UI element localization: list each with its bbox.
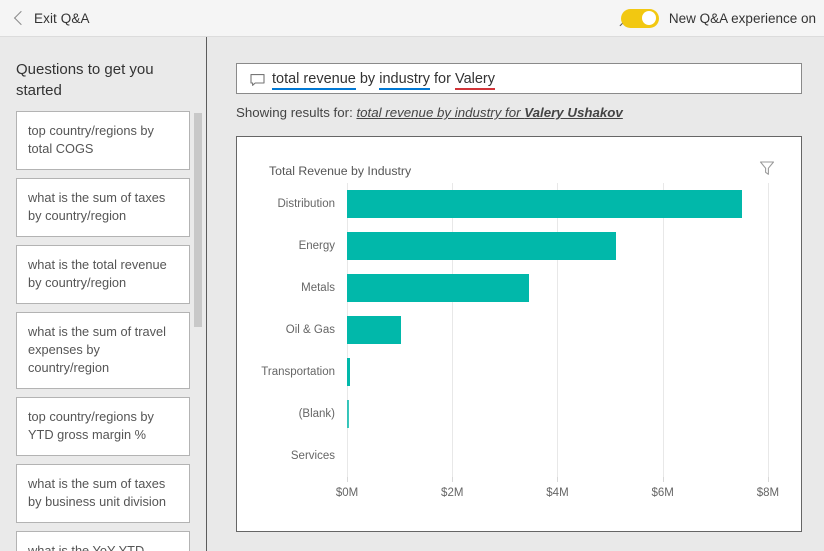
x-axis-label: $2M — [441, 487, 464, 499]
showing-results-query-plain: total revenue by industry for — [356, 105, 525, 120]
toggle-label: New Q&A experience on — [668, 10, 816, 26]
x-gridline — [662, 183, 664, 477]
suggestion-card[interactable]: what is the sum of travel expenses by co… — [16, 312, 190, 389]
qna-query-text: total revenue by industry for Valery — [272, 70, 496, 90]
x-axis-tick — [662, 477, 664, 482]
new-qna-experience-toggle[interactable]: New Q&A experience on — [620, 0, 816, 36]
x-axis-tick — [767, 477, 769, 482]
chevron-left-icon — [13, 10, 29, 26]
sidebar-scrollbar-thumb[interactable] — [194, 113, 202, 327]
showing-results-query-emphasis: Valery Ushakov — [524, 105, 623, 120]
exit-qna-label: Exit Q&A — [34, 10, 90, 26]
bar[interactable] — [347, 190, 742, 218]
toggle-track[interactable] — [620, 8, 659, 28]
x-gridline — [557, 183, 559, 477]
suggestion-card[interactable]: top country/regions by total COGS — [16, 111, 190, 170]
query-token: for — [430, 70, 455, 87]
qna-main-area: total revenue by industry for Valery Sho… — [208, 37, 824, 551]
bar[interactable] — [347, 274, 529, 302]
suggestion-card[interactable]: what is the total revenue by country/reg… — [16, 245, 190, 304]
toggle-knob — [642, 11, 657, 25]
y-axis-category-label: Energy — [298, 240, 335, 252]
y-axis-category-label: (Blank) — [298, 408, 335, 420]
bar[interactable] — [347, 400, 350, 428]
suggestion-card[interactable]: what is the YoY YTD revenue variance by … — [16, 531, 190, 551]
bar[interactable] — [347, 316, 402, 344]
showing-results-query: total revenue by industry for Valery Ush… — [356, 105, 622, 120]
query-token: Valery — [454, 70, 496, 90]
x-axis-label: $8M — [756, 487, 780, 499]
bar-chart-plot[interactable]: $0M $2M $4M $6M $8M Distribution Energy Metals O… — [237, 137, 801, 531]
y-axis-category-label: Metals — [301, 282, 335, 294]
y-axis-category-label: Distribution — [277, 198, 335, 210]
x-gridline — [767, 183, 769, 477]
qna-search-input[interactable]: total revenue by industry for Valery — [236, 63, 802, 94]
suggestion-card[interactable]: what is the sum of taxes by business uni… — [16, 464, 190, 523]
query-token: industry — [379, 70, 430, 90]
exit-qna-button[interactable]: Exit Q&A — [10, 0, 96, 36]
x-axis-tick — [452, 477, 454, 482]
suggestion-card[interactable]: top country/regions by YTD gross margin … — [16, 397, 190, 456]
query-token: total revenue — [272, 70, 356, 90]
x-axis-label: $6M — [651, 487, 674, 499]
y-axis-category-label: Transportation — [261, 366, 335, 378]
y-axis-category-label: Oil & Gas — [285, 324, 335, 336]
x-axis-label: $0M — [335, 487, 359, 499]
query-token: by — [355, 70, 380, 87]
bar[interactable] — [347, 232, 617, 260]
visual-card[interactable]: Total Revenue by Industry $0M $2M $4M $6M $8… — [236, 136, 802, 532]
suggestion-card[interactable]: what is the sum of taxes by country/regi… — [16, 178, 190, 237]
x-axis-tick — [347, 477, 348, 482]
x-gridline — [452, 183, 454, 477]
showing-results-prefix: Showing results for: — [236, 105, 357, 120]
sidebar-title: Questions to get you started — [16, 61, 154, 99]
suggestion-list: top country/regions by total COGS what is… — [16, 111, 190, 551]
app-header: Exit Q&A New Q&A experience on — [0, 0, 824, 37]
suggestions-sidebar: Questions to get you started top country… — [0, 37, 207, 551]
bar[interactable] — [347, 358, 351, 386]
x-axis-label: $4M — [546, 487, 569, 499]
showing-results-text: Showing results for: total revenue by in… — [236, 105, 623, 120]
chat-bubble-icon — [250, 73, 265, 86]
x-axis-tick — [557, 477, 559, 482]
y-axis-category-label: Services — [290, 450, 335, 462]
